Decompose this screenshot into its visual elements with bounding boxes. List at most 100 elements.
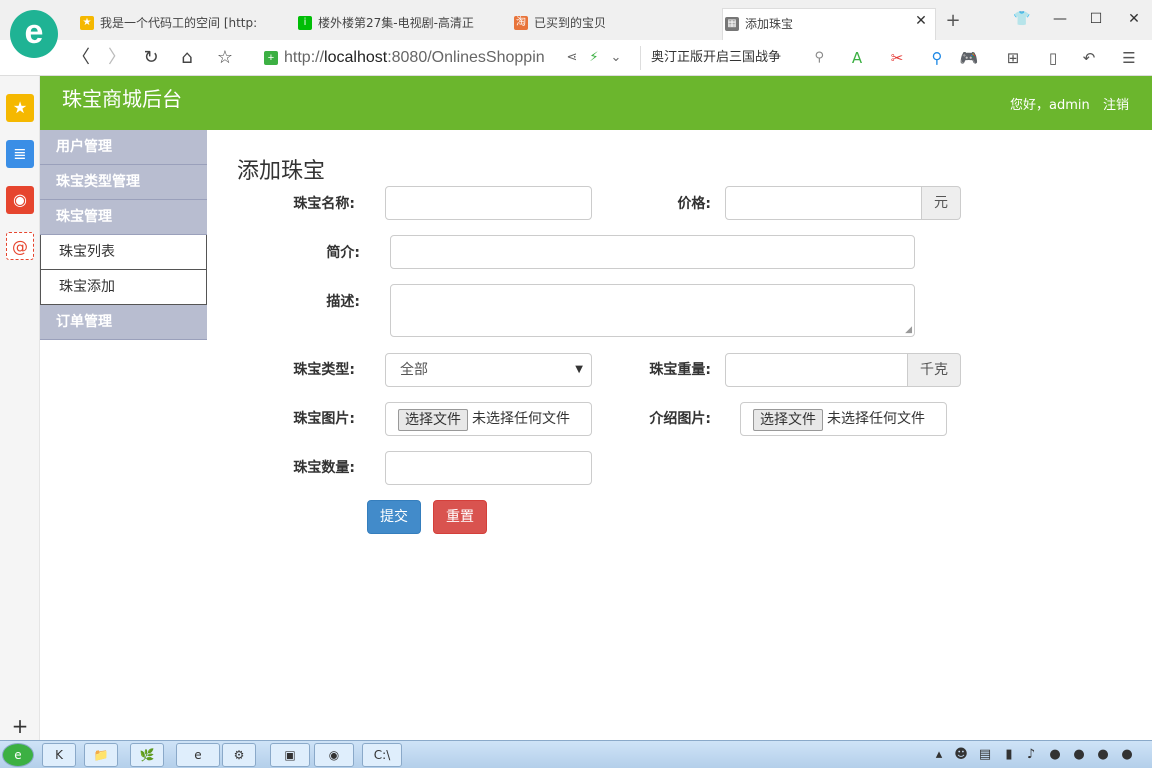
taskbar-app-circle[interactable]: ◉	[314, 743, 354, 767]
back-icon[interactable]: 〈	[68, 46, 94, 70]
page-title: 添加珠宝	[237, 159, 326, 184]
taskbar-app-browser[interactable]: e	[176, 743, 220, 767]
jewel-name-input[interactable]	[385, 186, 592, 220]
url-host: localhost	[324, 49, 388, 66]
taobao-icon: 淘	[514, 16, 528, 30]
taskbar-app-k[interactable]: K	[42, 743, 76, 767]
close-tab-icon[interactable]: ✕	[912, 12, 930, 30]
browser-tab-strip: ★ 我是一个代码工的空间 [http: i 楼外楼第27集-电视剧-高清正 淘 …	[0, 0, 1152, 40]
qq-icon[interactable]: ●	[1118, 745, 1136, 765]
quantity-input[interactable]	[385, 451, 592, 485]
refresh-icon[interactable]: ↻	[138, 46, 164, 70]
search-box[interactable]: 奥汀正版开启三国战争 ⚲	[640, 46, 828, 70]
taskbar-app-box[interactable]: ▣	[270, 743, 310, 767]
intro-image-file-input[interactable]: 选择文件 未选择任何文件	[740, 402, 947, 436]
taskbar-app-console[interactable]: C:\	[362, 743, 402, 767]
choose-file-button[interactable]: 选择文件	[398, 409, 468, 431]
qq-icon[interactable]: ●	[1046, 745, 1064, 765]
description-textarea[interactable]: ◢	[390, 284, 915, 337]
skin-icon[interactable]: 👕	[1008, 8, 1036, 30]
no-file-text: 未选择任何文件	[472, 411, 570, 427]
page-icon: ▦	[725, 17, 739, 31]
magnifier-icon[interactable]: ⚲	[926, 47, 948, 69]
tray-chat-icon[interactable]: ☻	[952, 745, 970, 765]
tab-label: 我是一个代码工的空间 [http:	[100, 16, 258, 30]
main-content: 添加珠宝 珠宝名称: 价格: 元 简介: 描述: ◢ 珠宝类型: 全部 ▼ 珠宝…	[207, 130, 1152, 740]
description-label: 描述:	[326, 294, 360, 310]
jewel-image-file-input[interactable]: 选择文件 未选择任何文件	[385, 402, 592, 436]
volume-icon[interactable]: ♪	[1022, 745, 1040, 765]
menu-jewel-type-management[interactable]: 珠宝类型管理	[40, 165, 207, 200]
translate-icon[interactable]: A	[846, 47, 868, 69]
weibo-icon[interactable]: ◉	[6, 186, 34, 214]
search-text: 奥汀正版开启三国战争	[651, 50, 782, 65]
mail-icon[interactable]: @	[6, 232, 34, 260]
price-input[interactable]	[725, 186, 922, 220]
apps-grid-icon[interactable]: ⊞	[1002, 47, 1024, 69]
jewel-type-selected: 全部	[400, 362, 428, 378]
search-icon[interactable]: ⚲	[814, 46, 824, 70]
start-button[interactable]: e	[2, 743, 34, 767]
menu-jewel-management[interactable]: 珠宝管理	[40, 200, 207, 235]
submit-button[interactable]: 提交	[367, 500, 421, 534]
close-window-icon[interactable]: ✕	[1120, 8, 1148, 30]
quantity-label: 珠宝数量:	[293, 460, 355, 476]
reading-list-icon[interactable]: ≣	[6, 140, 34, 168]
browser-sidebar: ★ ≣ ◉ @ +	[0, 76, 40, 740]
taskbar-app-folder[interactable]: 📁	[84, 743, 118, 767]
speed-mode-icon[interactable]: ⚡	[586, 48, 602, 68]
tray-arrow-icon[interactable]: ▴	[930, 745, 948, 765]
add-sidebar-icon[interactable]: +	[6, 716, 34, 736]
choose-file-button[interactable]: 选择文件	[753, 409, 823, 431]
jewel-image-label: 珠宝图片:	[293, 411, 355, 427]
url-rest: :8080/OnlinesShoppin	[387, 49, 545, 66]
tab-label: 添加珠宝	[745, 17, 794, 31]
tab-tv-series[interactable]: i 楼外楼第27集-电视剧-高清正	[296, 8, 480, 40]
menu-icon[interactable]: ☰	[1118, 47, 1140, 69]
menu-jewel-list[interactable]: 珠宝列表	[40, 235, 207, 270]
intro-input[interactable]	[390, 235, 915, 269]
weight-input[interactable]	[725, 353, 908, 387]
browser-logo[interactable]: e	[10, 10, 58, 58]
home-icon[interactable]: ⌂	[174, 46, 200, 70]
page-header: 珠宝商城后台 您好，admin 注销	[40, 76, 1152, 130]
intro-image-label: 介绍图片:	[649, 411, 711, 427]
qq-icon[interactable]: ●	[1094, 745, 1112, 765]
tray-clipboard-icon[interactable]: ▤	[976, 745, 994, 765]
screenshot-scissors-icon[interactable]: ✂	[886, 47, 908, 69]
secure-plus-icon: +	[264, 51, 278, 65]
logout-link[interactable]: 注销	[1103, 97, 1129, 115]
tab-add-jewel[interactable]: ▦ 添加珠宝	[722, 8, 936, 40]
menu-jewel-add[interactable]: 珠宝添加	[40, 270, 207, 305]
chevron-down-icon[interactable]: ⌄	[608, 48, 624, 68]
maximize-icon[interactable]: ☐	[1082, 8, 1110, 30]
address-bar: 〈 〉 ↻ ⌂ ☆ + http://localhost:8080/Online…	[0, 40, 1152, 76]
qq-icon[interactable]: ●	[1070, 745, 1088, 765]
url-prefix: http://	[284, 49, 325, 66]
price-label: 价格:	[677, 196, 711, 212]
favorites-icon[interactable]: ★	[6, 94, 34, 122]
weight-label: 珠宝重量:	[649, 362, 711, 378]
reset-button[interactable]: 重置	[433, 500, 487, 534]
minimize-icon[interactable]: —	[1046, 8, 1074, 30]
intro-label: 简介:	[326, 245, 360, 261]
user-greeting: 您好，admin	[1010, 98, 1090, 113]
tab-purchased[interactable]: 淘 已买到的宝贝	[512, 8, 692, 40]
game-icon[interactable]: 🎮	[958, 47, 980, 69]
bookmark-star-icon[interactable]: ☆	[212, 46, 238, 70]
share-icon[interactable]: ⋖	[564, 48, 580, 68]
tab-code-space[interactable]: ★ 我是一个代码工的空间 [http:	[78, 8, 258, 40]
forward-icon[interactable]: 〉	[104, 46, 130, 70]
taskbar-app-green[interactable]: 🌿	[130, 743, 164, 767]
menu-user-management[interactable]: 用户管理	[40, 130, 207, 165]
taskbar-app-settings[interactable]: ⚙	[222, 743, 256, 767]
menu-order-management[interactable]: 订单管理	[40, 305, 207, 340]
resize-grip-icon[interactable]: ◢	[905, 325, 912, 335]
undo-icon[interactable]: ↶	[1078, 47, 1100, 69]
jewel-type-select[interactable]: 全部 ▼	[385, 353, 592, 387]
network-icon[interactable]: ▮	[1000, 745, 1018, 765]
new-tab-icon[interactable]: +	[943, 11, 963, 31]
tablet-icon[interactable]: ▯	[1042, 47, 1064, 69]
brand-title: 珠宝商城后台	[62, 87, 182, 111]
no-file-text: 未选择任何文件	[827, 411, 925, 427]
